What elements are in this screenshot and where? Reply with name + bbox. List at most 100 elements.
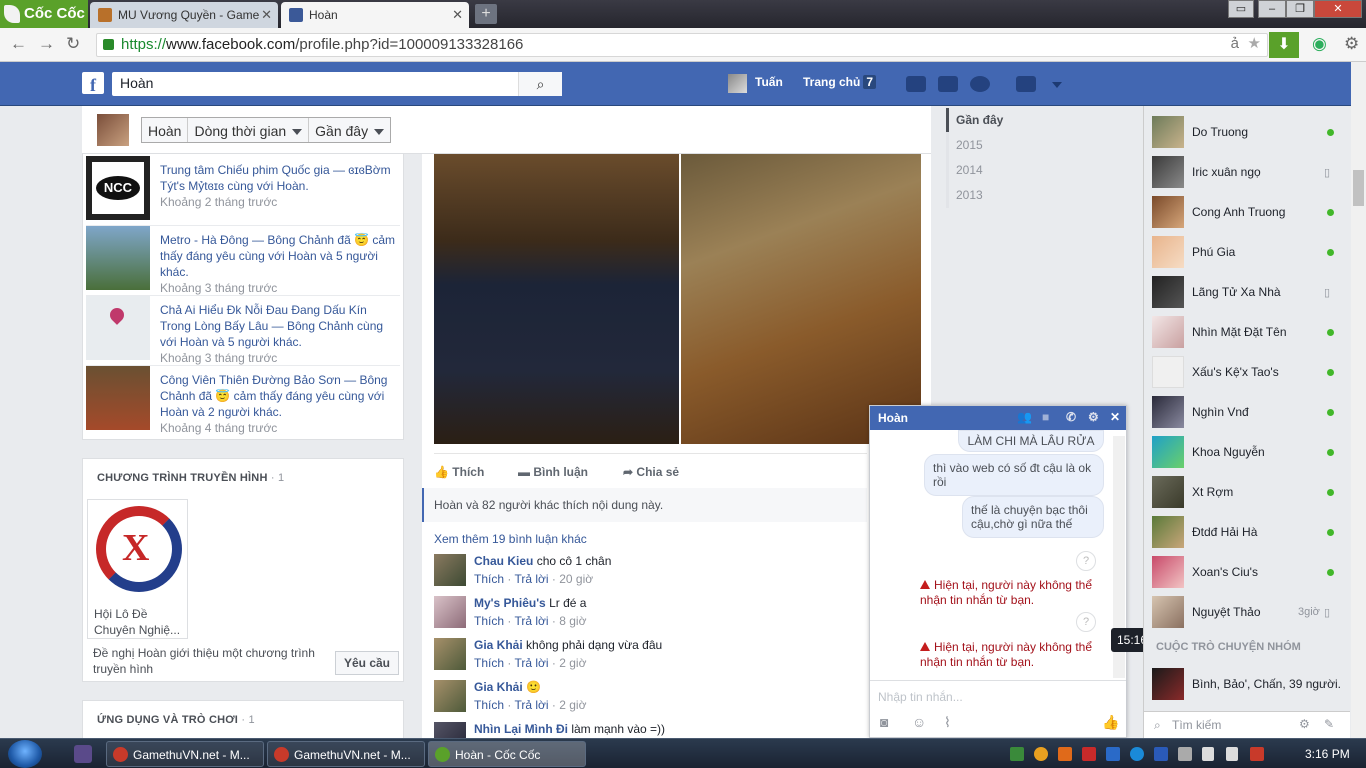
comment-like-link[interactable]: Thích [474, 656, 504, 670]
reload-icon[interactable]: ↻ [66, 34, 80, 54]
forward-icon[interactable]: → [38, 34, 55, 54]
translate-icon[interactable]: ả [1231, 35, 1239, 52]
friend-item[interactable]: Đtdđ Hải Hà [1152, 516, 1342, 548]
gear-icon[interactable]: ⚙ [1299, 717, 1310, 731]
chat-header[interactable]: Hoàn 👥 ■ ✆ ⚙ ✕ [870, 406, 1126, 430]
start-button[interactable] [8, 740, 42, 768]
comment-author[interactable]: My's Phiêu's [474, 596, 546, 610]
comment-reply-link[interactable]: Trả lời [514, 614, 548, 628]
request-button[interactable]: Yêu cầu [335, 651, 399, 675]
phone-icon[interactable]: ✆ [1066, 410, 1076, 424]
menu-icon[interactable]: ▭ [1228, 0, 1254, 18]
page-scrollbar[interactable] [1351, 62, 1366, 738]
close-tab-icon[interactable]: ✕ [261, 7, 272, 23]
tray-icon[interactable] [1178, 747, 1192, 761]
search-icon[interactable]: ⌕ [518, 72, 562, 96]
group-chat-item[interactable]: Bình, Bảo', Chấn, 39 người... [1152, 668, 1342, 700]
friend-item[interactable]: Nghìn Vnđ [1152, 396, 1342, 428]
thumbs-up-icon[interactable]: 👍 [1102, 714, 1119, 731]
star-icon[interactable]: ★ [1248, 34, 1261, 52]
avatar[interactable] [434, 554, 466, 586]
tray-icon[interactable] [1010, 747, 1024, 761]
friend-requests-icon[interactable] [906, 76, 926, 92]
search-input[interactable]: Hoàn ⌕ [112, 72, 562, 96]
scrollbar-thumb[interactable] [1353, 170, 1364, 206]
post-photo-1[interactable] [434, 154, 679, 444]
video-call-icon[interactable]: ■ [1042, 410, 1049, 424]
checkin-title[interactable]: Trung tâm Chiếu phim Quốc gia — ɞɪɞBờm T… [160, 163, 391, 193]
gear-icon[interactable]: ⚙ [1088, 410, 1099, 424]
taskbar-item[interactable]: GamethuVN.net - M... [106, 741, 264, 767]
friend-item[interactable]: Khoa Nguyễn [1152, 436, 1342, 468]
sidebar-search-input[interactable]: Tìm kiếm [1172, 718, 1221, 732]
network-icon[interactable] [1202, 747, 1214, 761]
friend-item[interactable]: Iric xuân ngọ ▯ [1152, 156, 1342, 188]
tray-icon[interactable] [1106, 747, 1120, 761]
messages-icon[interactable] [938, 76, 958, 92]
year-2014[interactable]: 2014 [956, 163, 983, 177]
list-item[interactable]: Công Viên Thiên Đường Bảo Sơn — Bông Chả… [86, 364, 400, 436]
tray-icon[interactable] [1130, 747, 1144, 761]
account-menu-icon[interactable] [1052, 82, 1062, 88]
timeline-button[interactable]: Dòng thời gian [188, 118, 310, 142]
friend-item[interactable]: Nguyệt Thảo 3giờ ▯ [1152, 596, 1342, 628]
tab-mu-vuong-quyen[interactable]: MU Vương Quyền - Game ✕ [90, 2, 278, 28]
post-photo-2[interactable] [681, 154, 921, 444]
comment-like-link[interactable]: Thích [474, 698, 504, 712]
comment-reply-link[interactable]: Trả lời [514, 572, 548, 586]
compose-icon[interactable]: ✎ [1324, 717, 1334, 731]
profile-name-button[interactable]: Hoàn [142, 118, 189, 142]
list-item[interactable]: Chả Ai Hiểu Đk Nỗi Đau Đang Dấu Kín Tron… [86, 294, 400, 366]
back-icon[interactable]: ← [10, 34, 27, 54]
privacy-shortcuts-icon[interactable] [1016, 76, 1036, 92]
home-link[interactable]: Trang chủ 7 [803, 75, 877, 89]
comment-like-link[interactable]: Thích [474, 572, 504, 586]
profile-link[interactable]: Tuấn [755, 75, 783, 89]
friend-item[interactable]: Lãng Tử Xa Nhà ▯ [1152, 276, 1342, 308]
friend-item[interactable]: Cong Anh Truong [1152, 196, 1342, 228]
browser-logo[interactable]: Cốc Cốc [0, 0, 88, 28]
tray-icon[interactable] [1082, 747, 1096, 761]
notifications-icon[interactable] [970, 76, 990, 92]
avatar[interactable] [434, 596, 466, 628]
camera-icon[interactable]: ◙ [880, 714, 888, 730]
friend-item[interactable]: Do Truong [1152, 116, 1342, 148]
friend-item[interactable]: Phú Gia [1152, 236, 1342, 268]
comment-like-link[interactable]: Thích [474, 614, 504, 628]
tray-icon[interactable] [1058, 747, 1072, 761]
year-recent[interactable]: Gần đây [956, 113, 1003, 127]
share-button[interactable]: ➦ Chia sẻ [623, 465, 679, 479]
url-input[interactable]: https://www.facebook.com/profile.php?id=… [96, 33, 1268, 57]
avatar[interactable] [728, 74, 747, 93]
avatar[interactable] [434, 680, 466, 712]
avatar[interactable] [434, 638, 466, 670]
close-window-icon[interactable]: ✕ [1314, 0, 1362, 18]
add-friend-icon[interactable]: 👥 [1017, 410, 1032, 424]
comment-author[interactable]: Gia Khải [474, 638, 523, 652]
minimize-icon[interactable]: – [1258, 0, 1286, 18]
taskbar-item[interactable]: GamethuVN.net - M... [267, 741, 425, 767]
new-tab-button[interactable]: + [475, 4, 497, 24]
chat-input[interactable]: Nhập tin nhắn... [878, 690, 963, 704]
comment-author[interactable]: Chau Kieu [474, 554, 533, 568]
pinned-app-icon[interactable] [74, 745, 92, 763]
tray-icon[interactable] [1250, 747, 1264, 761]
chat-title[interactable]: Hoàn [878, 411, 908, 425]
settings-menu-icon[interactable]: ⚙ [1344, 34, 1359, 54]
tray-icon[interactable] [1034, 747, 1048, 761]
facebook-logo[interactable]: f [82, 72, 104, 95]
maximize-icon[interactable]: ❐ [1286, 0, 1314, 18]
close-tab-icon[interactable]: ✕ [452, 7, 463, 23]
list-item[interactable]: Metro - Hà Đông — Bông Chảnh đã 😇 cảm th… [86, 224, 400, 296]
avatar[interactable] [434, 722, 466, 738]
comment-button[interactable]: ▬ Bình luận [518, 465, 588, 479]
comment-author[interactable]: Gia Khải [474, 680, 523, 694]
checkin-title[interactable]: Chả Ai Hiểu Đk Nỗi Đau Đang Dấu Kín Tron… [160, 303, 383, 349]
likes-text[interactable]: Hoàn và 82 người khác thích nội dung này… [434, 498, 663, 512]
close-icon[interactable]: ✕ [1110, 410, 1120, 424]
taskbar-item[interactable]: Hoàn - Cốc Cốc [428, 741, 586, 767]
comment-reply-link[interactable]: Trả lời [514, 698, 548, 712]
checkin-title[interactable]: Metro - Hà Đông — Bông Chảnh đã 😇 cảm th… [160, 233, 395, 279]
list-item[interactable]: NCC Trung tâm Chiếu phim Quốc gia — ɞɪɞB… [86, 154, 400, 226]
like-button[interactable]: 👍 Thích [434, 465, 484, 479]
